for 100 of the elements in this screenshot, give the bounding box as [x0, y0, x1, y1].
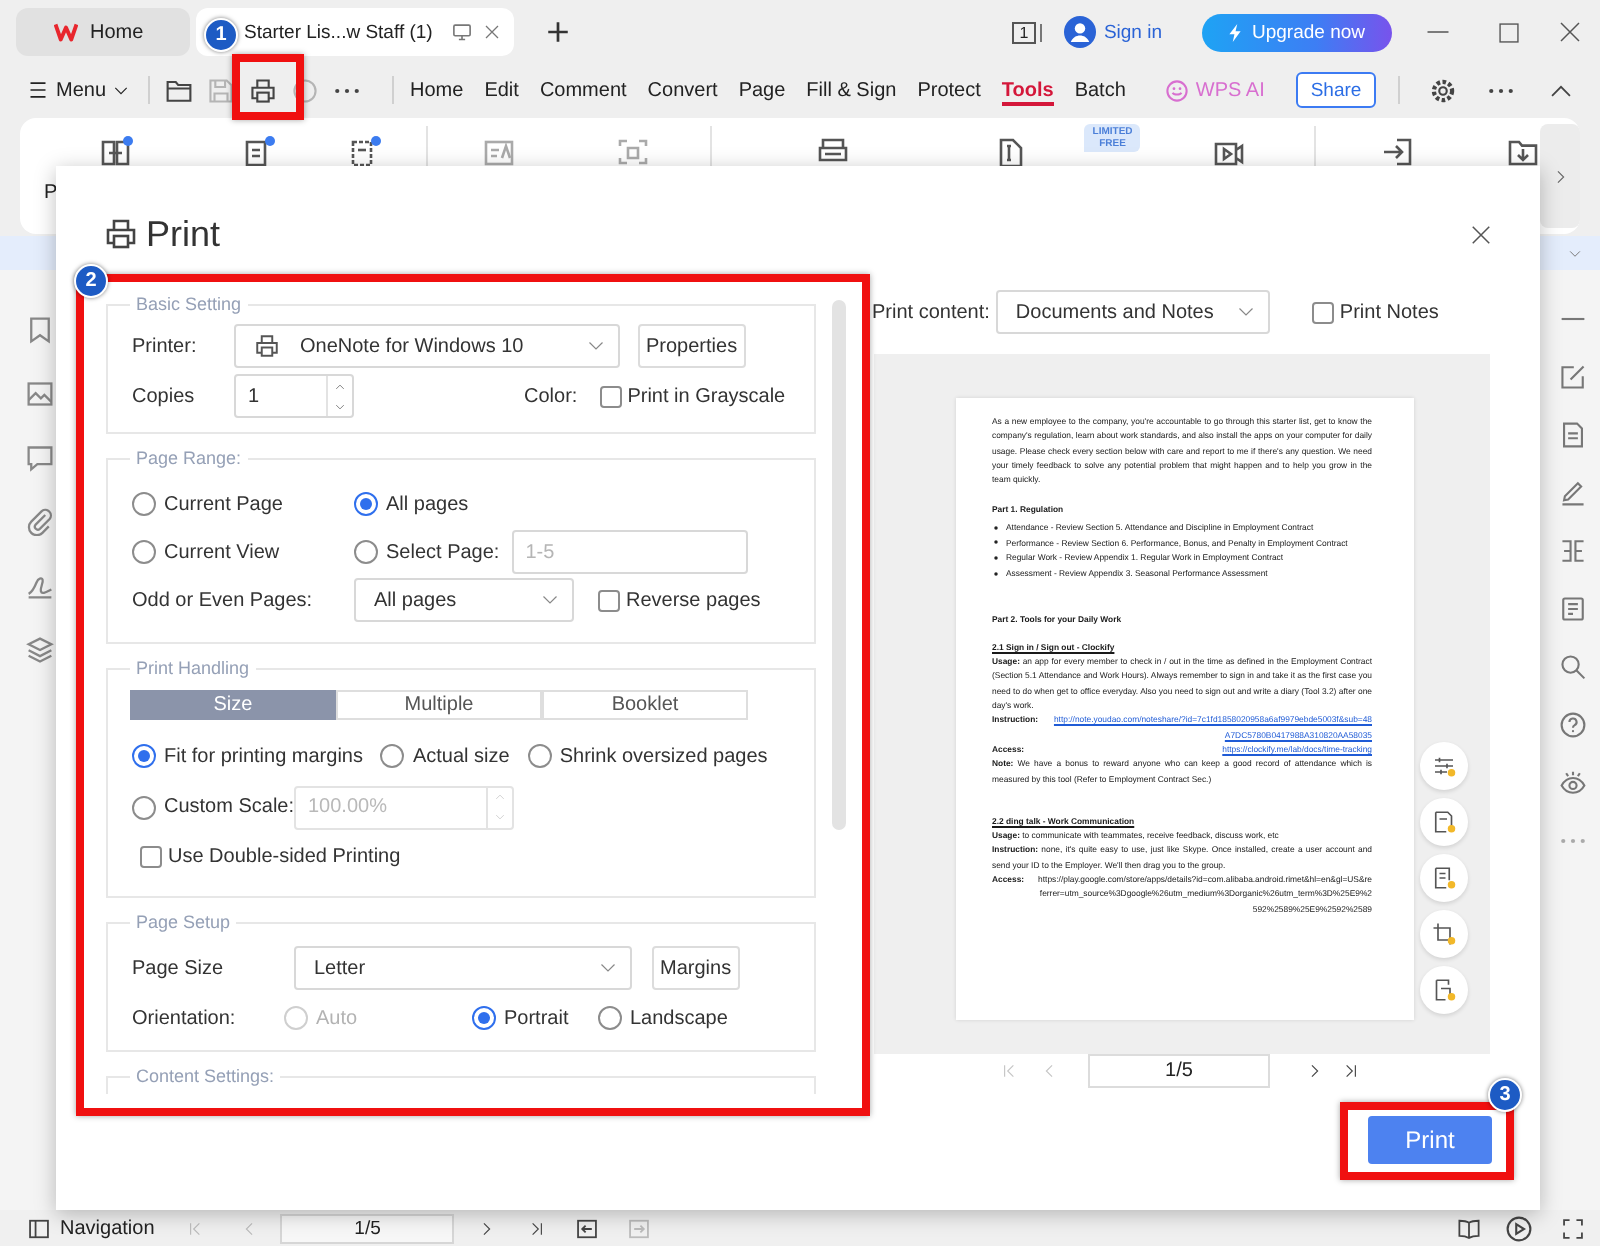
settings-icon[interactable]: [1429, 77, 1456, 103]
bookmark-icon[interactable]: [26, 316, 54, 344]
printer-icon: [254, 334, 280, 358]
close-icon[interactable]: [1470, 223, 1492, 245]
radio-button[interactable]: [598, 1006, 622, 1030]
preview-tool-button[interactable]: [1420, 854, 1468, 902]
page-size-dropdown[interactable]: Letter: [294, 946, 632, 990]
menu-tab[interactable]: Tools: [1001, 75, 1054, 105]
radio-label: Shrink oversized pages: [559, 745, 768, 767]
section-title: Page Setup: [134, 910, 233, 936]
radio-button[interactable]: [527, 744, 552, 768]
layers-icon[interactable]: [26, 636, 54, 664]
last-page-icon[interactable]: [530, 1219, 545, 1237]
copies-field[interactable]: 1: [234, 374, 354, 418]
arrow-up-icon[interactable]: [334, 381, 346, 391]
share-button[interactable]: Share: [1296, 72, 1376, 108]
segment-tab[interactable]: Booklet: [542, 690, 748, 720]
menu-tab[interactable]: Convert: [647, 75, 718, 105]
radio-button[interactable]: [354, 540, 378, 564]
arrow-down-icon[interactable]: [334, 401, 346, 411]
menu-tab[interactable]: Protect: [917, 75, 981, 105]
plus-icon[interactable]: [546, 20, 570, 44]
radio-button[interactable]: [132, 744, 156, 768]
radio-button[interactable]: [132, 795, 156, 819]
close-icon[interactable]: [1558, 20, 1582, 44]
notebook-icon[interactable]: [1560, 596, 1586, 622]
paperclip-icon[interactable]: [26, 508, 54, 536]
text-box-icon[interactable]: [482, 136, 517, 168]
save-icon[interactable]: [208, 77, 235, 103]
last-page-icon[interactable]: [1344, 1062, 1358, 1080]
upgrade-button[interactable]: Upgrade now: [1202, 13, 1392, 51]
window-count-badge[interactable]: 1: [1011, 21, 1036, 43]
menu-tab[interactable]: Home: [410, 75, 464, 105]
print-button[interactable]: Print: [1368, 1116, 1492, 1164]
radio-button[interactable]: [132, 540, 156, 564]
chevron-down-icon[interactable]: [1566, 247, 1584, 259]
preview-tool-button[interactable]: [1420, 966, 1468, 1014]
next-page-icon[interactable]: [1308, 1062, 1322, 1080]
radio-button[interactable]: [132, 492, 156, 516]
circle-icon[interactable]: [292, 77, 319, 103]
radio-button[interactable]: [354, 492, 378, 516]
print-icon[interactable]: [250, 77, 277, 103]
navigation-button[interactable]: Navigation: [28, 1217, 155, 1239]
document-icon[interactable]: [1560, 422, 1586, 448]
document-icon[interactable]: [242, 136, 277, 168]
segment-tab[interactable]: Multiple: [336, 690, 542, 720]
pen-icon[interactable]: [1560, 480, 1586, 506]
properties-button[interactable]: Properties: [638, 324, 746, 368]
menu-tab[interactable]: Page: [738, 75, 786, 105]
preview-tool-button[interactable]: [1420, 798, 1468, 846]
folder-icon[interactable]: [1506, 136, 1541, 168]
search-icon[interactable]: [1560, 654, 1586, 680]
scrollbar-thumb[interactable]: [832, 300, 846, 830]
exit-icon[interactable]: [576, 1217, 599, 1239]
convert-icon[interactable]: [100, 136, 134, 168]
radio-button[interactable]: [472, 1006, 496, 1030]
field-label: Print content:: [872, 301, 990, 323]
checkbox[interactable]: [1311, 301, 1334, 323]
folder-icon[interactable]: [166, 77, 193, 103]
close-icon[interactable]: [484, 24, 500, 40]
checkbox[interactable]: [599, 385, 622, 407]
play-icon[interactable]: [1506, 1215, 1532, 1241]
menu-tab[interactable]: Batch: [1074, 75, 1126, 105]
help-icon[interactable]: [1560, 712, 1586, 738]
tab[interactable]: Home: [16, 8, 190, 56]
image-icon[interactable]: [26, 380, 54, 408]
preview-tool-button[interactable]: [1420, 742, 1468, 790]
menu-button[interactable]: Menu: [24, 70, 133, 110]
ribbon-label[interactable]: P: [44, 182, 58, 204]
maximize-icon[interactable]: [1498, 21, 1520, 43]
comment-icon[interactable]: [26, 444, 54, 472]
radio-button[interactable]: [380, 744, 405, 768]
columns-icon[interactable]: [1560, 538, 1586, 564]
checkbox[interactable]: [140, 846, 162, 868]
next-page-icon[interactable]: [480, 1219, 495, 1237]
printer-dropdown[interactable]: OneNote for Windows 10: [234, 324, 620, 368]
menu-tab[interactable]: Fill & Sign: [806, 75, 897, 105]
eye-icon[interactable]: [1560, 770, 1586, 796]
preview-tool-button[interactable]: [1420, 910, 1468, 958]
checkbox-label: Reverse pages: [626, 589, 761, 611]
menu-tab[interactable]: Edit: [484, 75, 519, 105]
page-number-field[interactable]: 1/5: [1088, 1054, 1270, 1088]
page-range-field[interactable]: 1-5: [511, 530, 748, 574]
sign-in-button[interactable]: Sign in: [1063, 16, 1162, 48]
fullscreen-icon[interactable]: [1562, 1217, 1584, 1239]
chevron-down-icon: [600, 960, 616, 976]
book-icon[interactable]: [1456, 1217, 1482, 1239]
print-content-dropdown[interactable]: Documents and Notes: [995, 290, 1270, 334]
page-number-field[interactable]: 1/5: [280, 1213, 455, 1243]
monitor-icon[interactable]: [452, 22, 472, 42]
document-icon[interactable]: [348, 136, 383, 168]
menu-tab[interactable]: Comment: [539, 75, 627, 105]
odd-even-dropdown[interactable]: All pages: [354, 578, 574, 622]
checkbox[interactable]: [598, 589, 620, 611]
import-icon[interactable]: [1380, 136, 1415, 168]
margins-button[interactable]: Margins: [652, 946, 740, 990]
edit-icon[interactable]: [1560, 364, 1586, 390]
chevron-down-icon: [1237, 304, 1254, 320]
signature-icon[interactable]: [26, 572, 54, 600]
scan-icon[interactable]: [616, 136, 651, 168]
